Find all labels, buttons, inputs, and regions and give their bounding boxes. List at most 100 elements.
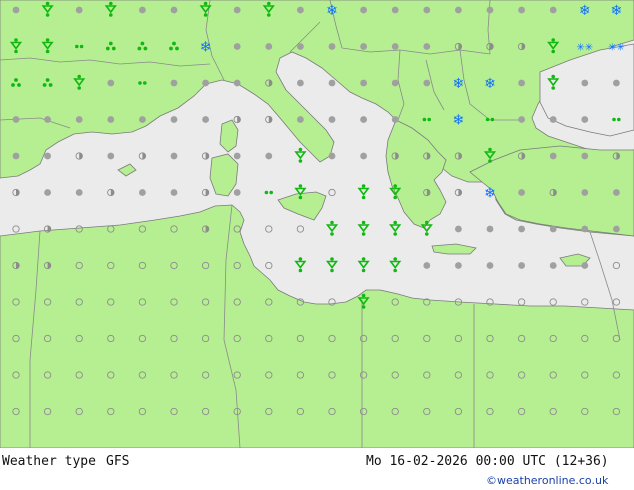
svg-text:✳✳: ✳✳: [608, 43, 625, 54]
snow-icon: ❄: [453, 76, 465, 92]
cloud-icon: [391, 79, 399, 87]
svg-text:❄: ❄: [579, 3, 591, 19]
cloud-icon: [202, 79, 210, 87]
cloud-icon: [391, 116, 399, 123]
svg-text:❄: ❄: [484, 186, 496, 202]
cloud-icon: [455, 6, 462, 14]
cloud-icon: [360, 6, 367, 14]
snow-icon: ❄: [453, 113, 465, 129]
cloud-icon: [139, 116, 146, 123]
cloud-icon: [423, 6, 431, 14]
snow-shower-icon: ✳✳: [576, 43, 593, 54]
cloud-icon: [486, 262, 494, 269]
snow-icon: ❄: [611, 3, 623, 19]
cloud-icon: [360, 152, 367, 160]
cloud-icon: [613, 225, 620, 233]
cloud-icon: [549, 152, 557, 160]
cloud-icon: [12, 152, 20, 160]
svg-text:❄: ❄: [453, 113, 465, 129]
cloud-icon: [107, 79, 115, 87]
cloud-icon: [518, 79, 525, 87]
cloud-icon: [581, 116, 589, 123]
cloud-icon: [328, 43, 336, 50]
cloud-icon: [549, 262, 557, 269]
cloud-icon: [297, 6, 304, 14]
cloud-icon: [12, 6, 20, 14]
cloud-icon: [549, 116, 557, 123]
cloud-icon: [297, 116, 304, 123]
snow-icon: ❄: [579, 3, 591, 19]
cloud-icon: [581, 262, 589, 269]
cloud-icon: [44, 116, 51, 123]
cloud-icon: [265, 43, 273, 50]
cloud-icon: [233, 152, 241, 160]
valid-time: Mo 16-02-2026 00:00 UTC (12+36): [366, 454, 609, 469]
cloud-icon: [518, 225, 525, 233]
cloud-icon: [233, 79, 241, 87]
cloud-icon: [518, 189, 525, 196]
cloud-icon: [233, 43, 241, 50]
cloud-icon: [549, 225, 557, 233]
cloud-icon: [75, 116, 83, 123]
cloud-icon: [360, 43, 367, 50]
cloud-icon: [581, 79, 589, 87]
cloud-icon: [297, 79, 304, 87]
cloud-icon: [486, 6, 494, 14]
snow-icon: ❄: [326, 3, 338, 19]
map-footer: Weather type GFS Mo 16-02-2026 00:00 UTC…: [0, 448, 634, 490]
snow-icon: ❄: [484, 186, 496, 202]
cloud-icon: [328, 152, 336, 160]
cloud-icon: [455, 225, 462, 233]
cloud-icon: [518, 116, 525, 123]
svg-text:❄: ❄: [484, 76, 496, 92]
cloud-icon: [518, 6, 525, 14]
snow-icon: ❄: [200, 40, 212, 56]
cloud-icon: [549, 6, 557, 14]
cloud-icon: [12, 116, 20, 123]
cloud-icon: [233, 6, 241, 14]
cloud-icon: [360, 116, 367, 123]
cloud-icon: [44, 189, 51, 196]
cloud-icon: [265, 152, 273, 160]
cloud-icon: [75, 189, 83, 196]
cloud-icon: [391, 43, 399, 50]
snow-icon: ❄: [484, 76, 496, 92]
cloud-icon: [360, 79, 367, 87]
cloud-icon: [170, 116, 178, 123]
cloud-icon: [613, 189, 620, 196]
cloud-icon: [44, 152, 51, 160]
cloud-icon: [328, 79, 336, 87]
cloud-icon: [139, 6, 146, 14]
snow-shower-icon: ✳✳: [608, 43, 625, 54]
cloud-icon: [107, 152, 115, 160]
cloud-icon: [391, 6, 399, 14]
cloud-icon: [297, 43, 304, 50]
cloud-icon: [107, 116, 115, 123]
cloud-icon: [423, 262, 431, 269]
svg-text:❄: ❄: [611, 3, 623, 19]
cloud-icon: [581, 225, 589, 233]
cloud-icon: [170, 189, 178, 196]
cloud-icon: [581, 189, 589, 196]
svg-text:✳✳: ✳✳: [576, 43, 593, 54]
cloud-icon: [139, 189, 146, 196]
weather-map: ❄ ❄ ❄ ❄ ✳✳ ✳✳ ❄ ❄ ❄ ❄: [0, 0, 634, 448]
svg-text:❄: ❄: [200, 40, 212, 56]
credit-link[interactable]: ©weatheronline.co.uk: [486, 474, 608, 487]
cloud-icon: [75, 6, 83, 14]
svg-text:❄: ❄: [326, 3, 338, 19]
cloud-icon: [613, 79, 620, 87]
cloud-icon: [423, 79, 431, 87]
cloud-icon: [486, 225, 494, 233]
cloud-icon: [455, 262, 462, 269]
cloud-icon: [202, 116, 210, 123]
cloud-icon: [170, 152, 178, 160]
cloud-icon: [518, 262, 525, 269]
model-label: GFS: [106, 454, 130, 469]
cloud-icon: [170, 6, 178, 14]
cloud-icon: [423, 43, 431, 50]
cloud-icon: [170, 79, 178, 87]
cloud-icon: [233, 189, 241, 196]
product-label: Weather type: [2, 454, 96, 469]
svg-text:❄: ❄: [453, 76, 465, 92]
